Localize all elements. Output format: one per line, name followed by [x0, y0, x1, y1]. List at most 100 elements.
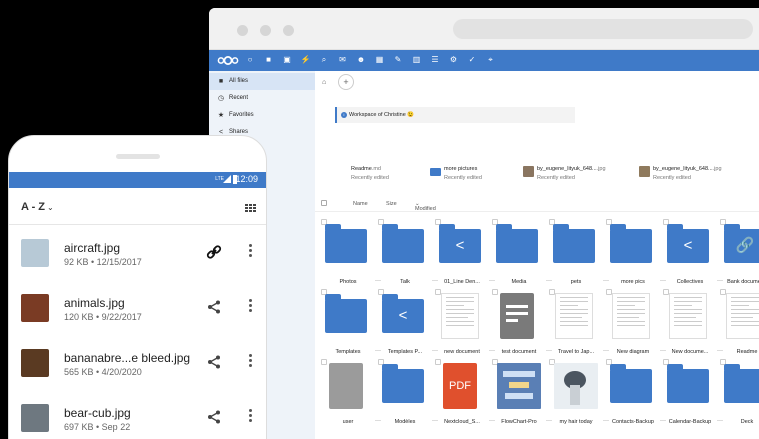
tile-checkbox[interactable]: [321, 359, 327, 365]
recent-file[interactable]: Readme.md Recently edited: [351, 166, 389, 186]
file-tile[interactable]: Talk ···: [378, 219, 438, 289]
file-row[interactable]: bananabre...e bleed.jpg 565 KB • 4/20/202…: [9, 342, 266, 392]
grid-view-icon[interactable]: [245, 204, 257, 214]
mail-icon[interactable]: ✉: [338, 55, 348, 65]
file-tile[interactable]: < Collectives ···: [663, 219, 723, 289]
file-tile[interactable]: Calendar-Backup ···: [663, 359, 723, 429]
file-tile[interactable]: Templates ···: [321, 289, 381, 359]
info-icon: i: [341, 112, 347, 118]
file-tile[interactable]: New docume... ···: [663, 289, 723, 359]
file-tile[interactable]: Media ···: [492, 219, 552, 289]
folder-icon: [667, 364, 709, 403]
image-thumbnail: [21, 239, 49, 267]
share-icon[interactable]: [206, 409, 222, 425]
photo-thumbnail: [554, 363, 598, 409]
file-tile[interactable]: new document ···: [435, 289, 495, 359]
file-tile[interactable]: my hair today ···: [549, 359, 609, 429]
window-maximize-dot[interactable]: [283, 25, 294, 36]
file-name: test document: [501, 349, 537, 355]
file-name: user: [342, 419, 354, 425]
file-tile[interactable]: pets ···: [549, 219, 609, 289]
search-icon[interactable]: ⌕: [319, 55, 329, 65]
sidebar-item-recent[interactable]: ◷ Recent: [209, 90, 315, 107]
column-size[interactable]: Size: [386, 201, 397, 207]
document-thumbnail: [555, 293, 593, 339]
chevron-down-icon: ⌄: [47, 203, 54, 212]
recent-file[interactable]: by_eugene_lityuk_648....jpg Recently edi…: [639, 166, 722, 186]
file-tile[interactable]: Travel to Jap... ···: [549, 289, 609, 359]
document-thumbnail: [441, 293, 479, 339]
share-icon[interactable]: [206, 299, 222, 315]
file-tile[interactable]: FlowChart-Pro ···: [492, 359, 552, 429]
file-tile[interactable]: test document ···: [492, 289, 552, 359]
kebab-menu-icon[interactable]: [249, 244, 253, 260]
phone-speaker: [116, 154, 160, 159]
file-tile[interactable]: <01_Line Den... ···: [435, 219, 495, 289]
text-file-icon: [500, 293, 534, 339]
file-row[interactable]: aircraft.jpg 92 KB • 12/15/2017: [9, 232, 266, 282]
workspace-note[interactable]: i Workspace of Christine 😉: [335, 107, 575, 123]
contacts-icon[interactable]: ☻: [356, 55, 366, 65]
kebab-menu-icon[interactable]: [249, 299, 253, 315]
tile-checkbox[interactable]: [492, 289, 498, 295]
window-close-dot[interactable]: [237, 25, 248, 36]
column-name[interactable]: Name: [353, 201, 368, 207]
file-tile[interactable]: Modèles ···: [378, 359, 438, 429]
folder-icon: [496, 224, 538, 263]
file-tile[interactable]: Photos ···: [321, 219, 381, 289]
photos-icon[interactable]: ▣: [282, 55, 292, 65]
nextcloud-logo-icon[interactable]: [217, 55, 239, 66]
sidebar-item-label: All files: [229, 78, 249, 84]
file-name: pets: [570, 279, 582, 285]
divider: [9, 224, 266, 225]
recent-file[interactable]: more pictures Recently edited: [430, 166, 482, 186]
sidebar-item-favorites[interactable]: ★ Favorites: [209, 107, 315, 124]
url-bar[interactable]: [453, 19, 753, 39]
status-time: 12:09: [235, 174, 258, 184]
home-icon[interactable]: ⌂: [322, 79, 326, 86]
deck-icon[interactable]: ▥: [412, 55, 422, 65]
select-all-checkbox[interactable]: [321, 200, 327, 206]
file-tile[interactable]: Contacts-Backup ···: [606, 359, 666, 429]
share-icon[interactable]: [206, 354, 222, 370]
sort-label: A - Z: [21, 201, 46, 213]
file-name: Contacts-Backup: [612, 419, 654, 425]
new-file-button[interactable]: +: [338, 74, 354, 90]
files-icon[interactable]: ■: [264, 55, 274, 65]
shared-folder-icon: <: [382, 294, 424, 333]
kebab-menu-icon[interactable]: [249, 354, 253, 370]
file-tile[interactable]: Deck···: [720, 359, 759, 429]
file-tile[interactable]: PDF Nextcloud_S... ···: [435, 359, 495, 429]
link-icon[interactable]: [206, 244, 222, 260]
dashboard-icon[interactable]: ○: [245, 55, 255, 65]
file-tile[interactable]: < Templates P... ···: [378, 289, 438, 359]
sidebar-item-all-files[interactable]: ■ All files: [209, 73, 315, 90]
settings-icon[interactable]: ⚙: [449, 55, 459, 65]
recent-file-ext: .md: [371, 166, 381, 172]
file-row[interactable]: bear-cub.jpg 697 KB • Sep 22: [9, 397, 266, 439]
file-row[interactable]: animals.jpg 120 KB • 9/22/2017: [9, 287, 266, 337]
signal-icon: [223, 175, 231, 183]
file-tile[interactable]: user ···: [321, 359, 381, 429]
file-tile[interactable]: New diagram ···: [606, 289, 666, 359]
notes-icon[interactable]: ✎: [393, 55, 403, 65]
calendar-icon[interactable]: ▦: [375, 55, 385, 65]
checkmark-icon[interactable]: ✓: [467, 55, 477, 65]
window-minimize-dot[interactable]: [260, 25, 271, 36]
file-name: aircraft.jpg: [64, 241, 121, 255]
image-thumbnail: [523, 166, 534, 177]
kebab-menu-icon[interactable]: [249, 409, 253, 425]
recent-file[interactable]: by_eugene_lityuk_648....jpg Recently edi…: [523, 166, 606, 186]
activity-icon[interactable]: ⚡: [301, 55, 311, 65]
tasks-icon[interactable]: ☰: [430, 55, 440, 65]
sort-dropdown[interactable]: A - Z ⌄: [21, 201, 54, 213]
recent-file-ext: .jpg: [712, 166, 722, 172]
folder-icon: [382, 224, 424, 263]
file-meta: 565 KB • 4/20/2020: [64, 367, 142, 377]
tile-checkbox[interactable]: [435, 359, 441, 365]
column-modified[interactable]: Modified ⌄: [415, 201, 436, 212]
file-tile[interactable]: Readme···: [720, 289, 759, 359]
file-tile[interactable]: 🔗Bank documer...···: [720, 219, 759, 289]
file-tile[interactable]: more pics ···: [606, 219, 666, 289]
maps-icon[interactable]: ⌖: [486, 55, 496, 65]
